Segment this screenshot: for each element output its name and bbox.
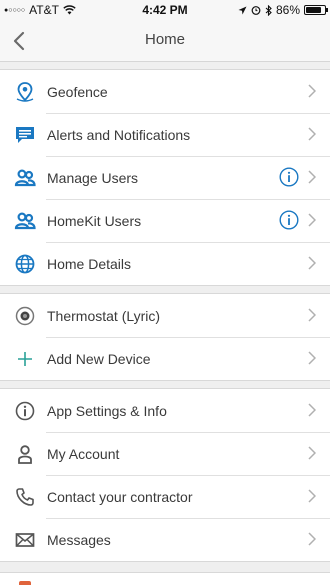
status-bar: ●○○○○ AT&T 4:42 PM 86% — [0, 0, 330, 20]
menu-item-geofence[interactable]: Geofence — [0, 70, 330, 113]
menu-item-label: My Account — [47, 445, 120, 462]
users-icon — [14, 167, 36, 189]
menu-item-label: Manage Users — [47, 169, 139, 186]
envelope-icon — [14, 529, 36, 551]
menu-item-my-account[interactable]: My Account — [0, 432, 330, 475]
menu-item-add-new-device[interactable]: Add New Device — [0, 337, 330, 380]
chevron-right-icon — [308, 489, 316, 503]
thermostat-icon — [14, 305, 36, 327]
menu-section-partial — [0, 572, 330, 585]
chevron-right-icon — [308, 170, 316, 184]
menu-item-label: Contact your contractor — [47, 488, 193, 505]
info-icon[interactable] — [279, 167, 299, 187]
status-right: 86% — [238, 3, 328, 17]
menu-item-label: Home Details — [47, 255, 132, 272]
menu-item-contact-contractor[interactable]: Contact your contractor — [0, 475, 330, 518]
battery-percent: 86% — [275, 3, 300, 17]
chat-bubble-icon — [14, 124, 36, 146]
battery-icon — [304, 5, 328, 15]
chevron-right-icon — [308, 256, 316, 270]
info-icon[interactable] — [279, 210, 299, 230]
chevron-right-icon — [308, 308, 316, 322]
info-circle-icon — [14, 400, 36, 422]
menu-section-home: Geofence Alerts and Notifications Manage… — [0, 69, 330, 286]
chevron-right-icon — [308, 84, 316, 98]
menu-section-account: App Settings & Info My Account Contact y… — [0, 388, 330, 562]
location-pin-icon — [14, 81, 36, 103]
menu-item-app-settings[interactable]: App Settings & Info — [0, 389, 330, 432]
menu-item-home-details[interactable]: Home Details — [0, 242, 330, 285]
menu-item-label: Thermostat (Lyric) — [47, 307, 161, 324]
chevron-right-icon — [308, 127, 316, 141]
menu-item-thermostat[interactable]: Thermostat (Lyric) — [0, 294, 330, 337]
alarm-icon — [251, 6, 261, 15]
menu-item-label: Geofence — [47, 83, 108, 100]
chevron-right-icon — [308, 532, 316, 546]
menu-item-label: Alerts and Notifications — [47, 126, 191, 143]
bluetooth-icon — [265, 4, 272, 16]
menu-item-label: Messages — [47, 531, 111, 548]
navigation-bar: Home — [0, 20, 330, 62]
menu-item-messages[interactable]: Messages — [0, 518, 330, 561]
menu-item-label: HomeKit Users — [47, 212, 142, 229]
chevron-right-icon — [308, 446, 316, 460]
menu-item-manage-users[interactable]: Manage Users — [0, 156, 330, 199]
menu-item-alerts-notifications[interactable]: Alerts and Notifications — [0, 113, 330, 156]
globe-icon — [14, 253, 36, 275]
chevron-right-icon — [308, 351, 316, 365]
menu-section-devices: Thermostat (Lyric) Add New Device — [0, 293, 330, 381]
location-arrow-icon — [238, 6, 247, 14]
person-icon — [14, 443, 36, 465]
page-title: Home — [144, 31, 185, 48]
phone-icon — [14, 486, 36, 508]
users-icon — [14, 210, 36, 232]
chevron-right-icon — [308, 213, 316, 227]
chevron-right-icon — [308, 403, 316, 417]
menu-item-homekit-users[interactable]: HomeKit Users — [0, 199, 330, 242]
menu-item-label: App Settings & Info — [47, 402, 167, 419]
partial-item-icon — [19, 581, 31, 585]
menu-item-label: Add New Device — [47, 350, 151, 367]
plus-icon — [14, 348, 36, 370]
